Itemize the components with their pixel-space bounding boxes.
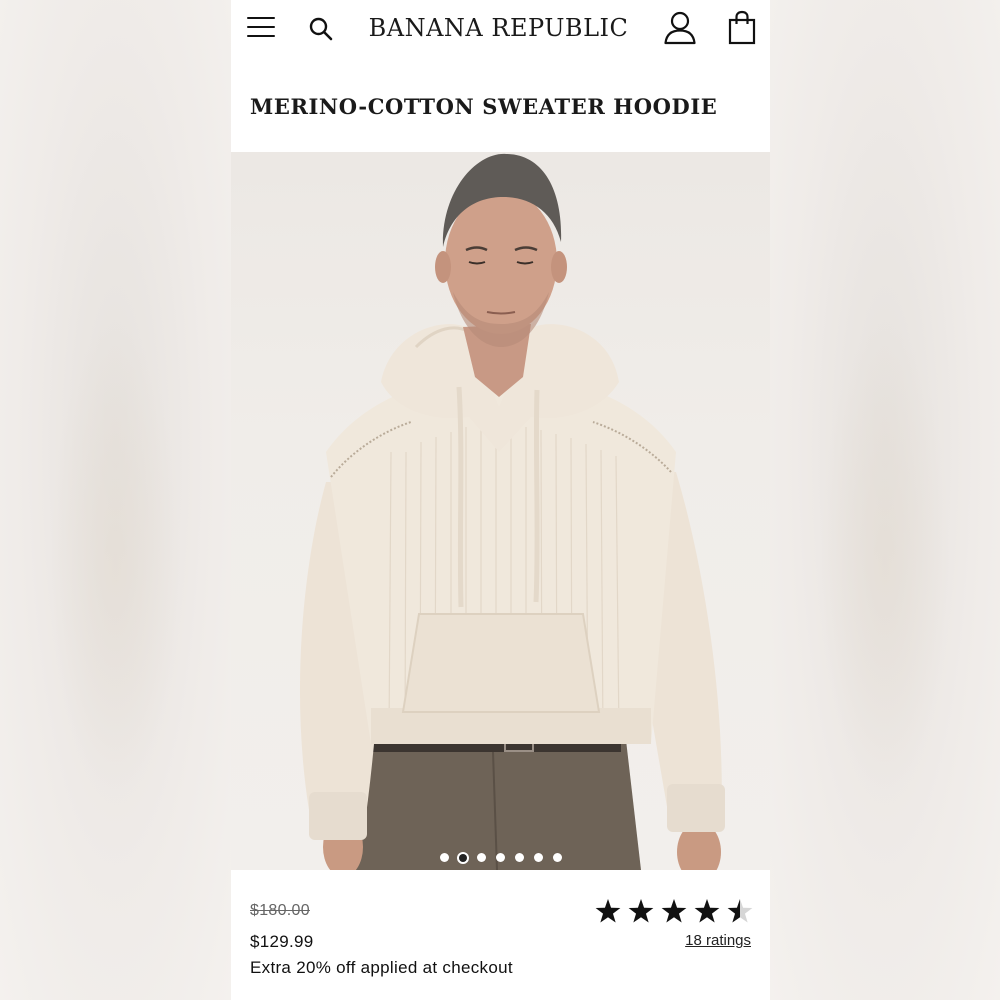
product-page: BANANA REPUBLIC MERINO-COTTON SWEATER HO… bbox=[231, 0, 770, 1000]
blurred-backdrop-right bbox=[770, 0, 1000, 1000]
shopping-bag-icon[interactable] bbox=[727, 10, 757, 46]
carousel-dot-active[interactable] bbox=[458, 853, 467, 862]
price-section: $180.00 $129.99 Extra 20% off applied at… bbox=[231, 870, 770, 1000]
carousel-dots bbox=[231, 847, 770, 862]
carousel-dot[interactable] bbox=[552, 853, 562, 862]
product-title: MERINO-COTTON SWEATER HOODIE bbox=[250, 94, 718, 119]
star-filled-icon bbox=[628, 899, 654, 923]
original-price: $180.00 bbox=[250, 902, 310, 919]
carousel-dot[interactable] bbox=[495, 853, 505, 862]
product-image-carousel[interactable] bbox=[231, 152, 770, 870]
sale-price: $129.99 bbox=[250, 932, 314, 951]
blurred-backdrop-left bbox=[0, 0, 231, 1000]
promo-message: Extra 20% off applied at checkout bbox=[250, 958, 513, 977]
carousel-dot[interactable] bbox=[533, 853, 543, 862]
carousel-dot[interactable] bbox=[476, 853, 486, 862]
carousel-dot[interactable] bbox=[439, 853, 449, 862]
star-rating[interactable] bbox=[595, 898, 755, 926]
carousel-dot[interactable] bbox=[514, 853, 524, 862]
site-header: BANANA REPUBLIC bbox=[231, 0, 770, 58]
star-filled-icon bbox=[595, 899, 621, 923]
product-photo bbox=[299, 153, 725, 870]
ratings-count-link[interactable]: 18 ratings bbox=[685, 932, 751, 949]
star-filled-icon bbox=[694, 899, 720, 923]
star-filled-icon bbox=[661, 899, 687, 923]
user-account-icon[interactable] bbox=[663, 10, 697, 46]
